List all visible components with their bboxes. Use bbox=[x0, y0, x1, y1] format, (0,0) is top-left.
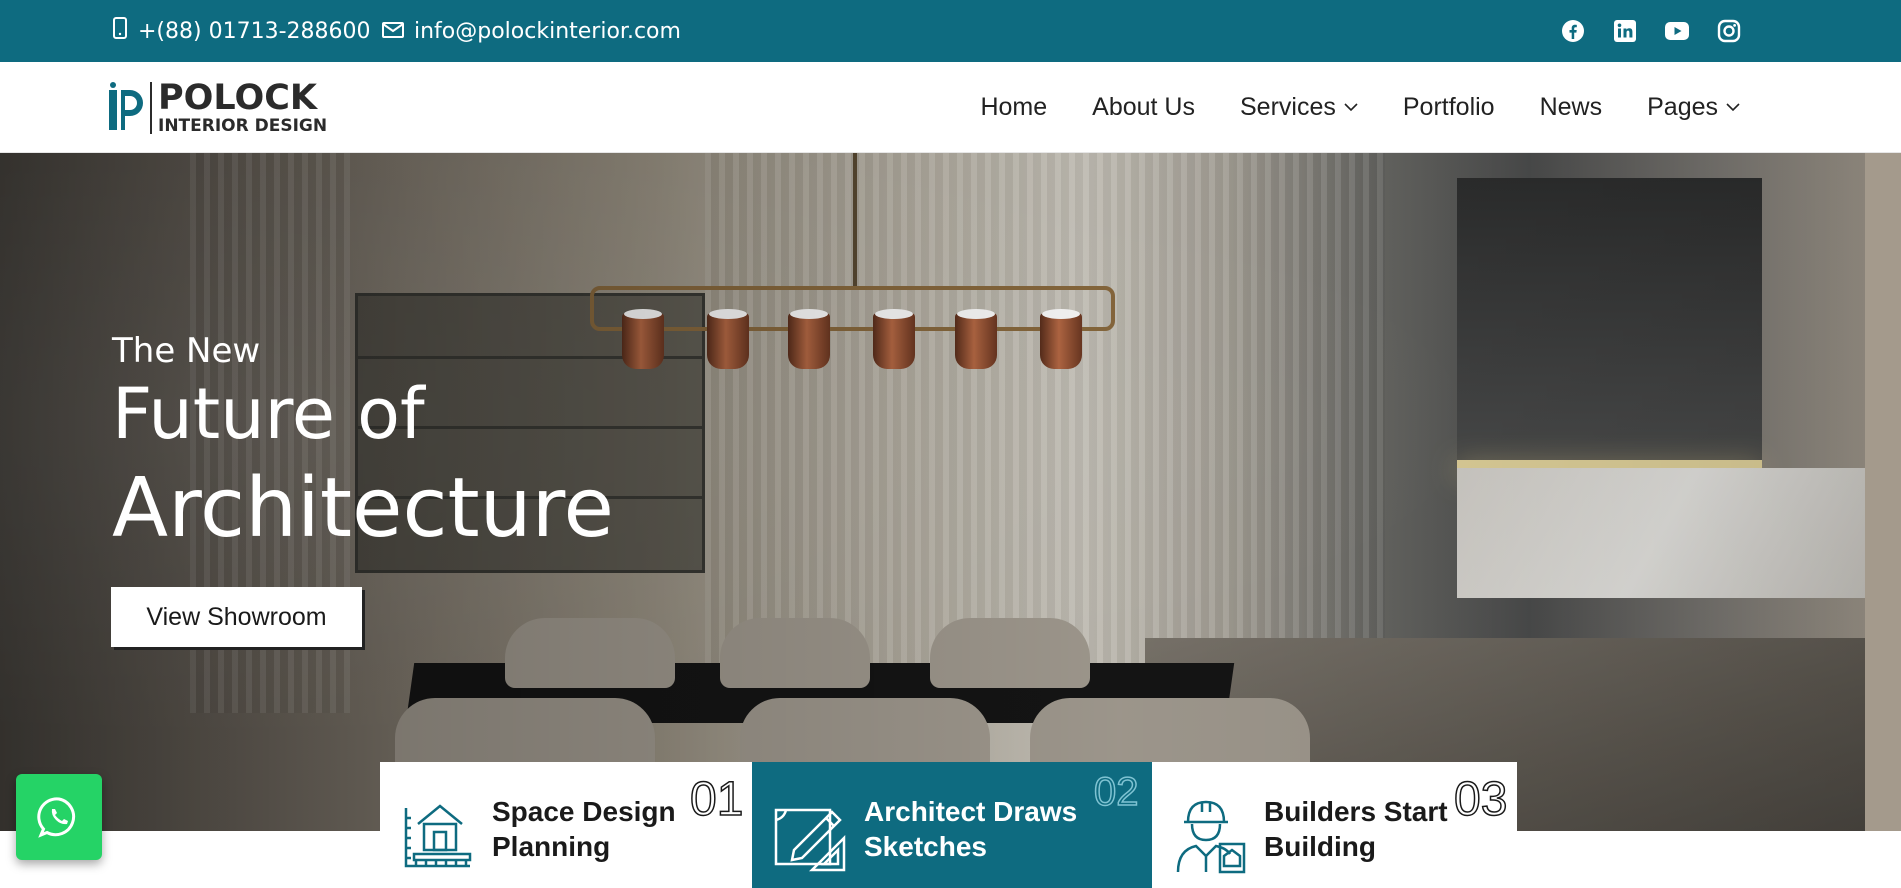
linkedin-icon[interactable] bbox=[1610, 14, 1640, 48]
card-title: Space Design Planning bbox=[492, 796, 676, 862]
whatsapp-chat-button[interactable] bbox=[16, 774, 102, 860]
pencil-drawing-icon bbox=[774, 808, 846, 872]
process-cards: Space Design Planning 01 Architect Draws… bbox=[380, 762, 1517, 888]
logo-mark-icon bbox=[109, 82, 143, 130]
primary-menu: Home About Us Services Portfolio News Pa… bbox=[980, 62, 1740, 153]
card-title: Builders Start Building bbox=[1264, 796, 1448, 862]
nav-label: Portfolio bbox=[1402, 93, 1495, 121]
card-title: Architect Draws Sketches bbox=[864, 796, 1078, 862]
hero-right-edge-decor bbox=[1865, 153, 1901, 831]
brand-tagline: INTERIOR DESIGN bbox=[158, 116, 328, 136]
nav-label: Home bbox=[980, 93, 1048, 121]
process-card[interactable]: Space Design Planning 01 bbox=[380, 762, 752, 888]
youtube-icon[interactable] bbox=[1662, 14, 1692, 48]
mail-icon bbox=[382, 19, 404, 44]
hero-banner: The New Future of Architecture View Show… bbox=[0, 153, 1865, 831]
phone-icon bbox=[112, 17, 128, 45]
logo-divider bbox=[150, 82, 152, 134]
top-contact-bar: +(88) 01713-288600 info@polockinterior.c… bbox=[0, 0, 1901, 62]
facebook-icon[interactable] bbox=[1558, 14, 1588, 48]
nav-label: Services bbox=[1240, 93, 1336, 121]
nav-item-pages[interactable]: Pages bbox=[1647, 93, 1740, 122]
hero-title-line-2: Architecture bbox=[112, 461, 615, 556]
chevron-down-icon bbox=[1726, 103, 1740, 112]
instagram-icon[interactable] bbox=[1714, 14, 1744, 48]
chevron-down-icon bbox=[1344, 103, 1358, 112]
house-blueprint-icon bbox=[404, 804, 472, 868]
email-contact[interactable]: info@polockinterior.com bbox=[382, 16, 681, 46]
main-navbar: POLOCK INTERIOR DESIGN Home About Us Ser… bbox=[0, 62, 1901, 153]
nav-item-portfolio[interactable]: Portfolio bbox=[1403, 93, 1495, 122]
logo-wordmark: POLOCK INTERIOR DESIGN bbox=[158, 81, 327, 135]
phone-number: +(88) 01713-288600 bbox=[138, 18, 371, 44]
card-number: 01 bbox=[689, 772, 744, 827]
nav-label: Pages bbox=[1647, 93, 1718, 121]
nav-item-home[interactable]: Home bbox=[980, 93, 1047, 122]
view-showroom-button[interactable]: View Showroom bbox=[111, 587, 362, 647]
card-number: 02 bbox=[1093, 769, 1139, 815]
process-card[interactable]: Builders Start Building 03 bbox=[1152, 762, 1517, 888]
phone-contact[interactable]: +(88) 01713-288600 bbox=[112, 16, 371, 46]
card-number: 03 bbox=[1453, 772, 1508, 827]
email-address: info@polockinterior.com bbox=[414, 18, 681, 44]
nav-label: News bbox=[1539, 93, 1603, 121]
brand-name: POLOCK bbox=[158, 78, 318, 118]
nav-item-services[interactable]: Services bbox=[1240, 93, 1358, 122]
builder-worker-icon bbox=[1176, 800, 1246, 874]
site-logo[interactable]: POLOCK INTERIOR DESIGN bbox=[108, 80, 327, 136]
process-card[interactable]: Architect Draws Sketches 02 bbox=[752, 762, 1152, 888]
hero-pretitle: The New bbox=[112, 331, 261, 371]
whatsapp-icon bbox=[37, 797, 76, 838]
nav-item-news[interactable]: News bbox=[1540, 93, 1603, 122]
social-links bbox=[1558, 14, 1744, 48]
nav-label: About Us bbox=[1092, 93, 1195, 121]
nav-item-about-us[interactable]: About Us bbox=[1092, 93, 1195, 122]
hero-title-line-1: Future of bbox=[112, 373, 425, 455]
